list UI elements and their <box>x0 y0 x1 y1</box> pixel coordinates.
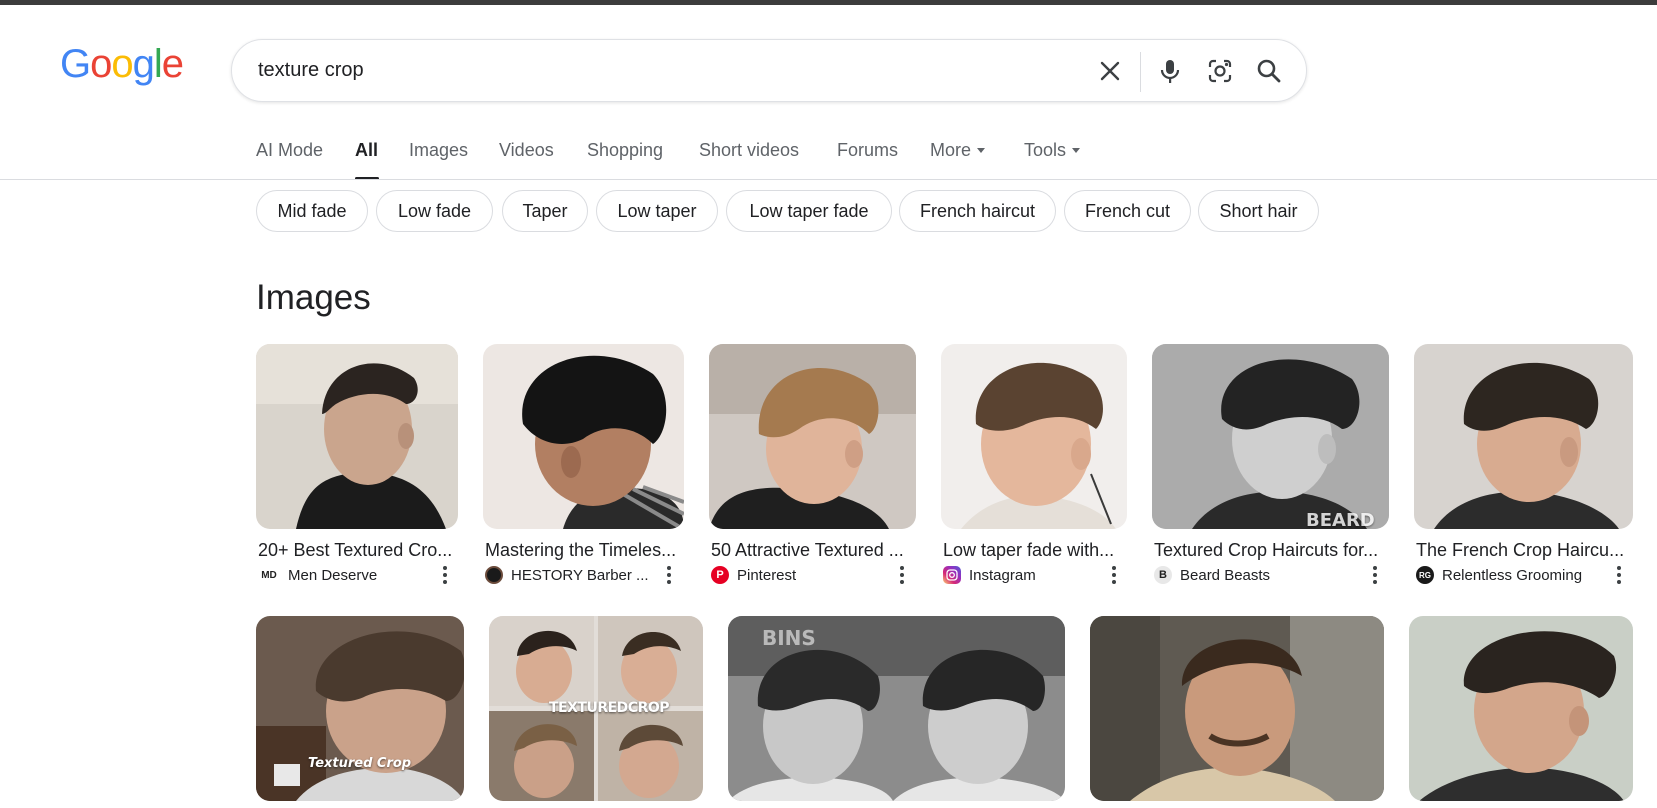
more-options-icon[interactable] <box>1616 565 1622 585</box>
image-thumbnail[interactable] <box>941 344 1127 529</box>
pinterest-favicon: P <box>711 566 729 584</box>
google-logo[interactable]: Google <box>60 42 184 87</box>
image-result[interactable]: Mastering the Timeles... HESTORY Barber … <box>483 344 684 594</box>
image-result[interactable] <box>1090 616 1384 801</box>
image-result[interactable]: 20+ Best Textured Cro... MD Men Deserve <box>256 344 458 594</box>
source-name: Instagram <box>969 566 1036 584</box>
image-source[interactable]: HESTORY Barber ... <box>485 565 660 585</box>
caret-down-icon <box>1072 147 1081 153</box>
image-title[interactable]: 20+ Best Textured Cro... <box>258 540 458 561</box>
relentlessgrooming-favicon: RG <box>1416 566 1434 584</box>
image-thumbnail[interactable] <box>1409 616 1633 801</box>
search-box[interactable]: texture crop <box>231 39 1307 102</box>
caret-down-icon <box>977 147 986 153</box>
hestory-favicon <box>485 566 503 584</box>
image-result[interactable] <box>1409 616 1633 801</box>
image-thumbnail[interactable] <box>256 344 458 529</box>
more-options-icon[interactable] <box>899 565 905 585</box>
tab-tools-label: Tools <box>1024 140 1067 160</box>
image-result[interactable]: Low taper fade with... Instagram <box>941 344 1127 594</box>
image-title[interactable]: The French Crop Haircu... <box>1416 540 1628 561</box>
image-title[interactable]: Textured Crop Haircuts for... <box>1154 540 1389 561</box>
tab-short-videos[interactable]: Short videos <box>699 140 799 161</box>
nav-divider <box>0 179 1657 180</box>
search-input[interactable]: texture crop <box>258 59 364 82</box>
image-result[interactable]: The French Crop Haircu... RG Relentless … <box>1414 344 1633 594</box>
lens-icon[interactable] <box>1204 55 1236 87</box>
tab-images[interactable]: Images <box>409 140 468 161</box>
overlay-caption: TEXTUREDCROP <box>549 700 670 716</box>
image-result[interactable]: 50 Attractive Textured ... P Pinterest <box>709 344 916 594</box>
close-icon[interactable] <box>1094 55 1126 87</box>
tab-all[interactable]: All <box>355 140 378 161</box>
logo-letter: l <box>153 42 163 86</box>
tab-ai-mode[interactable]: AI Mode <box>256 140 323 161</box>
image-title[interactable]: 50 Attractive Textured ... <box>711 540 916 561</box>
source-name: HESTORY Barber ... <box>511 566 649 584</box>
image-thumbnail[interactable]: Textured Crop <box>256 616 464 801</box>
chip-low-taper-fade[interactable]: Low taper fade <box>726 190 892 232</box>
background-sign-text: BINS <box>762 626 816 650</box>
source-name: Pinterest <box>737 566 797 584</box>
image-thumbnail[interactable] <box>483 344 684 529</box>
more-options-icon[interactable] <box>1111 565 1117 585</box>
tab-more[interactable]: More <box>930 140 986 161</box>
tab-shopping[interactable]: Shopping <box>587 140 663 161</box>
tab-more-label: More <box>930 140 972 160</box>
mic-icon[interactable] <box>1154 55 1186 87</box>
image-source[interactable]: RG Relentless Grooming <box>1416 565 1601 585</box>
tab-videos[interactable]: Videos <box>499 140 554 161</box>
search-divider <box>1140 52 1141 92</box>
chip-taper[interactable]: Taper <box>502 190 588 232</box>
more-options-icon[interactable] <box>666 565 672 585</box>
logo-letter: e <box>161 42 184 86</box>
image-title[interactable]: Low taper fade with... <box>943 540 1127 561</box>
source-name: Beard Beasts <box>1180 566 1271 584</box>
images-section-title: Images <box>256 278 371 317</box>
chip-french-haircut[interactable]: French haircut <box>899 190 1056 232</box>
search-icon[interactable] <box>1253 55 1285 87</box>
image-result[interactable]: BINS <box>728 616 1065 801</box>
chip-mid-fade[interactable]: Mid fade <box>256 190 368 232</box>
logo-letter: G <box>60 42 91 86</box>
instagram-favicon <box>943 566 961 584</box>
image-thumbnail[interactable] <box>709 344 916 529</box>
chip-short-hair[interactable]: Short hair <box>1198 190 1319 232</box>
more-options-icon[interactable] <box>1372 565 1378 585</box>
overlay-caption: Textured Crop <box>308 756 412 771</box>
image-thumbnail[interactable]: BEARD <box>1152 344 1389 529</box>
image-thumbnail[interactable] <box>1414 344 1633 529</box>
image-source[interactable]: Instagram <box>943 565 1103 585</box>
image-result[interactable]: Textured Crop <box>256 616 464 801</box>
image-source[interactable]: P Pinterest <box>711 565 886 585</box>
chip-french-cut[interactable]: French cut <box>1064 190 1191 232</box>
image-source[interactable]: MD Men Deserve <box>258 565 438 585</box>
image-source[interactable]: B Beard Beasts <box>1154 565 1354 585</box>
logo-letter: g <box>132 42 155 86</box>
logo-letter: o <box>90 42 112 86</box>
source-name: Men Deserve <box>288 566 378 584</box>
watermark-text: BEARD <box>1306 510 1375 529</box>
image-thumbnail[interactable]: BINS <box>728 616 1065 801</box>
chip-low-taper[interactable]: Low taper <box>596 190 718 232</box>
image-result[interactable]: BEARD Textured Crop Haircuts for... B Be… <box>1152 344 1389 594</box>
chip-low-fade[interactable]: Low fade <box>376 190 493 232</box>
image-result[interactable]: TEXTUREDCROP <box>489 616 703 801</box>
beardbeasts-favicon: B <box>1154 566 1172 584</box>
tab-forums[interactable]: Forums <box>837 140 898 161</box>
menderserve-favicon: MD <box>258 566 280 584</box>
tab-tools[interactable]: Tools <box>1024 140 1081 161</box>
logo-letter: o <box>111 42 133 86</box>
image-thumbnail[interactable] <box>1090 616 1384 801</box>
image-title[interactable]: Mastering the Timeles... <box>485 540 684 561</box>
image-thumbnail[interactable]: TEXTUREDCROP <box>489 616 703 801</box>
source-name: Relentless Grooming <box>1442 566 1583 584</box>
window-top-bar <box>0 0 1657 5</box>
more-options-icon[interactable] <box>442 565 448 585</box>
